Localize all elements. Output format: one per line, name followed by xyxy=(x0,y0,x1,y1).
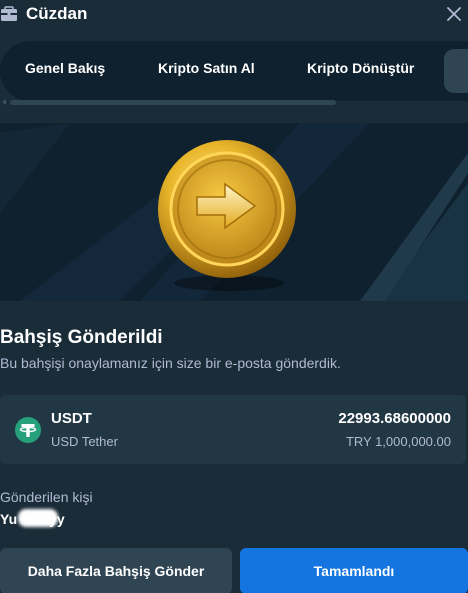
close-button[interactable] xyxy=(444,4,464,24)
currency-name: USD Tether xyxy=(51,434,118,449)
tab-overview[interactable]: Genel Bakış xyxy=(25,60,105,76)
confirmation-heading: Bahşiş Gönderildi xyxy=(0,327,163,348)
tab-overflow[interactable] xyxy=(444,49,468,93)
scroll-thumb[interactable] xyxy=(10,100,336,105)
send-more-tip-button[interactable]: Daha Fazla Bahşiş Gönder xyxy=(0,548,232,593)
tether-icon xyxy=(15,417,41,443)
redacted-overlay xyxy=(18,509,58,527)
close-icon[interactable] xyxy=(447,7,461,21)
crypto-amount: 22993.68600000 xyxy=(338,410,451,427)
done-button[interactable]: Tamamlandı xyxy=(240,548,468,593)
coin-illustration xyxy=(0,123,468,301)
recipient-label: Gönderilen kişi xyxy=(0,489,93,505)
success-illustration xyxy=(0,123,468,301)
confirmation-message: Bu bahşişi onaylamanız için size bir e-p… xyxy=(0,355,341,371)
tab-buy-crypto[interactable]: Kripto Satın Al xyxy=(158,60,255,76)
tab-convert-crypto[interactable]: Kripto Dönüştür xyxy=(307,60,414,76)
tabs-scrollbar[interactable] xyxy=(0,99,468,106)
wallet-icon xyxy=(1,6,17,21)
recipient-name-prefix: Yu xyxy=(0,511,18,527)
wallet-tab-bar: Genel Bakış Kripto Satın Al Kripto Dönüş… xyxy=(0,41,468,101)
wallet-modal: Cüzdan Genel Bakış Kripto Satın Al Kript… xyxy=(0,0,468,593)
currency-summary-card: USDT USD Tether 22993.68600000 TRY 1,000… xyxy=(0,395,466,464)
scroll-left-arrow-icon[interactable] xyxy=(2,99,6,105)
fiat-amount: TRY 1,000,000.00 xyxy=(345,434,451,449)
modal-header: Cüzdan xyxy=(0,0,468,30)
currency-code: USDT xyxy=(51,410,92,427)
modal-title: Cüzdan xyxy=(26,4,88,23)
